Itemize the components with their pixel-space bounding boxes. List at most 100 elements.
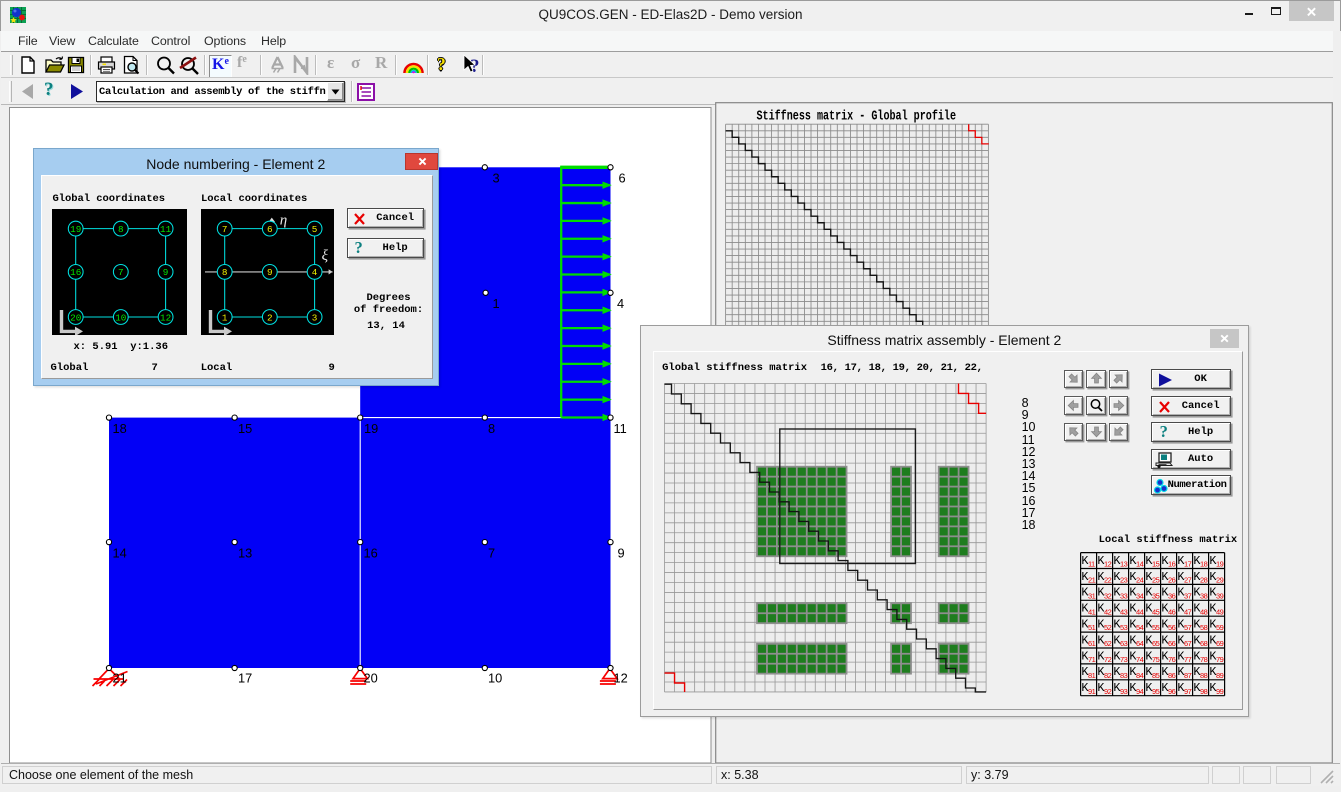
- svg-text:29: 29: [1216, 576, 1224, 585]
- svg-text:16: 16: [364, 546, 378, 561]
- svg-text:12: 12: [1104, 560, 1112, 569]
- svg-text:52: 52: [1104, 623, 1112, 632]
- svg-text:17: 17: [1184, 560, 1192, 569]
- svg-text:4: 4: [311, 267, 317, 278]
- svg-text:12: 12: [160, 312, 171, 323]
- svg-text:Stiffness matrix - Global prof: Stiffness matrix - Global profile: [757, 110, 957, 125]
- svg-text:18: 18: [1200, 560, 1208, 569]
- svg-text:26: 26: [1168, 576, 1176, 585]
- svg-text:81: 81: [1088, 671, 1096, 680]
- svg-text:18: 18: [113, 421, 127, 436]
- svg-text:95: 95: [1152, 687, 1160, 696]
- svg-text:31: 31: [1088, 591, 1096, 600]
- svg-text:4: 4: [617, 296, 624, 311]
- svg-text:39: 39: [1216, 591, 1224, 600]
- svg-text:93: 93: [1120, 687, 1128, 696]
- svg-text:11: 11: [160, 224, 172, 235]
- svg-text:28: 28: [1200, 576, 1208, 585]
- svg-text:74: 74: [1136, 655, 1144, 664]
- svg-text:19: 19: [70, 224, 81, 235]
- svg-text:44: 44: [1136, 607, 1144, 616]
- svg-text:37: 37: [1184, 591, 1192, 600]
- svg-text:6: 6: [267, 224, 273, 235]
- svg-text:1: 1: [493, 296, 500, 311]
- svg-text:32: 32: [1104, 591, 1112, 600]
- svg-text:9: 9: [267, 267, 273, 278]
- svg-text:12: 12: [614, 670, 628, 685]
- svg-text:33: 33: [1120, 591, 1128, 600]
- svg-text:89: 89: [1216, 671, 1224, 680]
- svg-text:8: 8: [118, 224, 124, 235]
- svg-text:25: 25: [1152, 576, 1160, 585]
- svg-text:45: 45: [1152, 607, 1160, 616]
- svg-text:22: 22: [1104, 576, 1112, 585]
- svg-text:8: 8: [488, 421, 495, 436]
- svg-text:23: 23: [1120, 576, 1128, 585]
- svg-text:7: 7: [488, 546, 495, 561]
- svg-text:46: 46: [1168, 607, 1176, 616]
- svg-text:2: 2: [267, 312, 273, 323]
- svg-text:47: 47: [1184, 607, 1192, 616]
- svg-text:42: 42: [1104, 607, 1112, 616]
- svg-text:35: 35: [1152, 591, 1160, 600]
- svg-text:η: η: [279, 213, 286, 229]
- svg-text:97: 97: [1184, 687, 1192, 696]
- svg-text:6: 6: [619, 171, 626, 186]
- svg-text:92: 92: [1104, 687, 1112, 696]
- svg-text:73: 73: [1120, 655, 1128, 664]
- svg-text:64: 64: [1136, 639, 1144, 648]
- svg-text:7: 7: [118, 267, 124, 278]
- svg-text:16: 16: [1168, 560, 1176, 569]
- svg-text:20: 20: [70, 312, 81, 323]
- svg-text:76: 76: [1168, 655, 1176, 664]
- svg-text:66: 66: [1168, 639, 1176, 648]
- svg-text:98: 98: [1200, 687, 1208, 696]
- svg-text:96: 96: [1168, 687, 1176, 696]
- svg-text:27: 27: [1184, 576, 1192, 585]
- svg-text:21: 21: [1088, 576, 1096, 585]
- svg-text:34: 34: [1136, 591, 1144, 600]
- svg-text:9: 9: [162, 267, 168, 278]
- svg-text:82: 82: [1104, 671, 1112, 680]
- svg-text:61: 61: [1088, 639, 1096, 648]
- svg-text:55: 55: [1152, 623, 1160, 632]
- svg-text:71: 71: [1088, 655, 1096, 664]
- svg-text:88: 88: [1200, 671, 1208, 680]
- svg-text:54: 54: [1136, 623, 1144, 632]
- svg-text:94: 94: [1136, 687, 1144, 696]
- svg-text:8: 8: [222, 267, 228, 278]
- svg-text:7: 7: [222, 224, 228, 235]
- svg-text:57: 57: [1184, 623, 1192, 632]
- svg-text:3: 3: [311, 312, 317, 323]
- svg-text:14: 14: [113, 546, 127, 561]
- svg-text:86: 86: [1168, 671, 1176, 680]
- svg-text:11: 11: [1088, 560, 1095, 569]
- svg-text:21: 21: [113, 670, 127, 685]
- svg-text:14: 14: [1136, 560, 1144, 569]
- svg-text:91: 91: [1088, 687, 1096, 696]
- svg-text:48: 48: [1200, 607, 1208, 616]
- svg-text:36: 36: [1168, 591, 1176, 600]
- svg-text:84: 84: [1136, 671, 1144, 680]
- svg-text:43: 43: [1120, 607, 1128, 616]
- svg-text:77: 77: [1184, 655, 1192, 664]
- svg-text:20: 20: [364, 670, 378, 685]
- svg-text:78: 78: [1200, 655, 1208, 664]
- svg-text:85: 85: [1152, 671, 1160, 680]
- svg-text:19: 19: [1216, 560, 1224, 569]
- svg-text:ξ: ξ: [321, 248, 328, 264]
- svg-text:3: 3: [493, 171, 500, 186]
- svg-text:56: 56: [1168, 623, 1176, 632]
- svg-text:10: 10: [488, 670, 502, 685]
- svg-text:68: 68: [1200, 639, 1208, 648]
- svg-text:59: 59: [1216, 623, 1224, 632]
- svg-text:13: 13: [238, 546, 252, 561]
- svg-text:65: 65: [1152, 639, 1160, 648]
- svg-text:49: 49: [1216, 607, 1224, 616]
- svg-text:79: 79: [1216, 655, 1224, 664]
- svg-text:24: 24: [1136, 576, 1144, 585]
- svg-text:83: 83: [1120, 671, 1128, 680]
- svg-text:53: 53: [1120, 623, 1128, 632]
- svg-text:1: 1: [222, 312, 228, 323]
- svg-text:75: 75: [1152, 655, 1160, 664]
